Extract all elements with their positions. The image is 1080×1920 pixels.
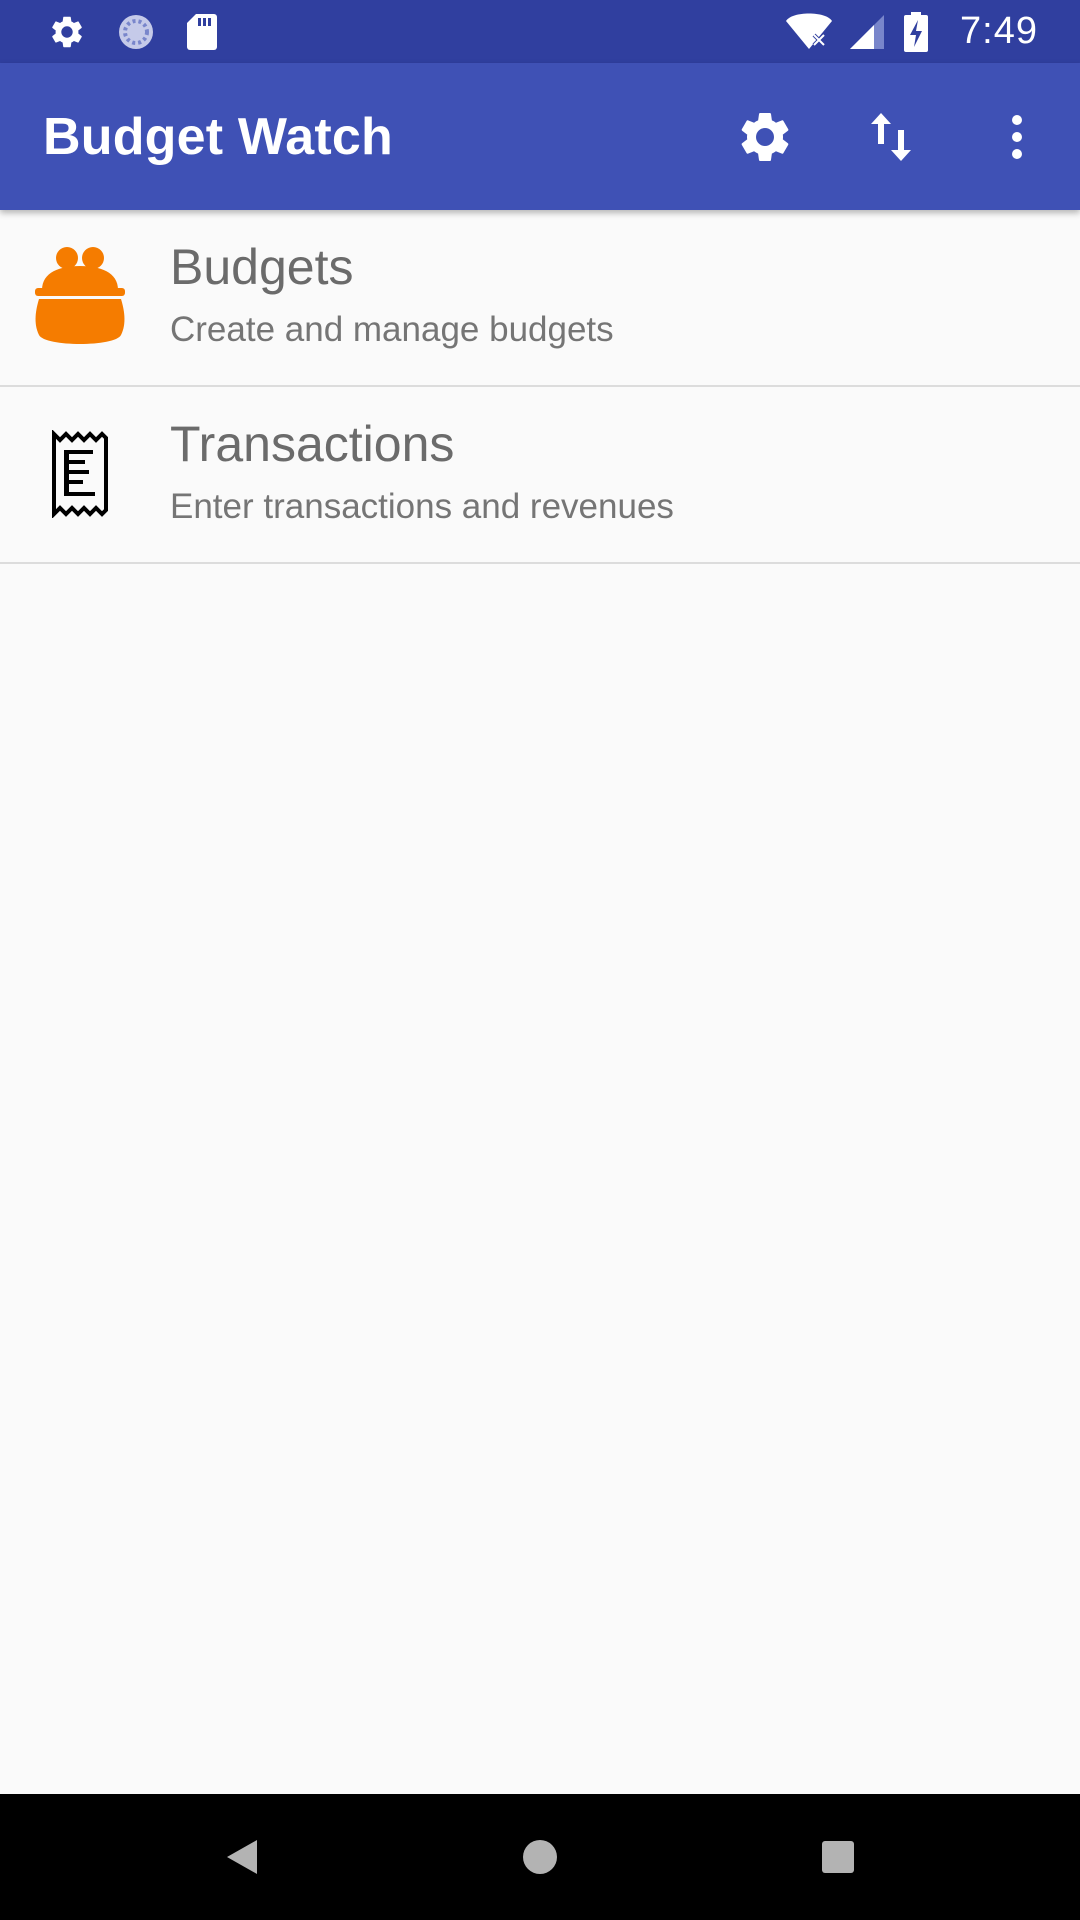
app-bar: Budget Watch bbox=[0, 63, 1080, 210]
back-button[interactable] bbox=[172, 1794, 312, 1920]
recents-button[interactable] bbox=[768, 1794, 908, 1920]
status-bar: 7:49 bbox=[0, 0, 1080, 63]
main-menu-list: Budgets Create and manage budgets Transa… bbox=[0, 210, 1080, 564]
status-time: 7:49 bbox=[960, 10, 1038, 52]
list-item-title: Transactions bbox=[170, 416, 455, 472]
recents-icon bbox=[821, 1840, 855, 1874]
battery-charging-icon bbox=[904, 11, 929, 52]
navigation-bar bbox=[0, 1794, 1080, 1920]
sync-icon bbox=[116, 12, 156, 52]
settings-icon bbox=[48, 13, 86, 51]
sd-card-icon bbox=[186, 13, 218, 51]
list-item-budgets[interactable]: Budgets Create and manage budgets bbox=[0, 210, 1080, 387]
app-title: Budget Watch bbox=[43, 107, 393, 166]
list-item-subtitle: Create and manage budgets bbox=[170, 310, 614, 349]
status-left-icons bbox=[48, 12, 218, 52]
receipt-icon bbox=[30, 419, 130, 529]
overflow-menu-button[interactable] bbox=[954, 63, 1080, 210]
home-button[interactable] bbox=[470, 1794, 610, 1920]
list-item-transactions-text: Transactions Enter transactions and reve… bbox=[170, 419, 674, 524]
purse-icon bbox=[30, 242, 130, 352]
list-item-subtitle: Enter transactions and revenues bbox=[170, 487, 674, 526]
settings-icon bbox=[735, 107, 795, 167]
wifi-off-icon bbox=[786, 13, 833, 51]
app-bar-actions bbox=[702, 63, 1080, 210]
home-icon bbox=[522, 1839, 558, 1875]
list-item-transactions[interactable]: Transactions Enter transactions and reve… bbox=[0, 387, 1080, 564]
import-export-button[interactable] bbox=[828, 63, 954, 210]
list-item-budgets-text: Budgets Create and manage budgets bbox=[170, 242, 614, 347]
list-item-title: Budgets bbox=[170, 239, 354, 295]
overflow-menu-icon bbox=[1011, 114, 1023, 160]
settings-button[interactable] bbox=[702, 63, 828, 210]
signal-icon bbox=[850, 13, 886, 51]
back-icon bbox=[225, 1838, 259, 1876]
import-export-icon bbox=[869, 111, 913, 163]
status-right-icons: 7:49 bbox=[786, 0, 1038, 63]
